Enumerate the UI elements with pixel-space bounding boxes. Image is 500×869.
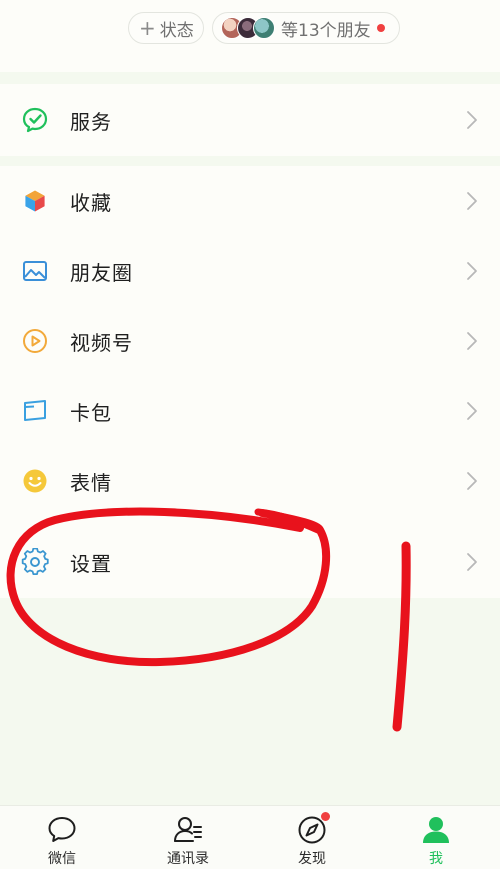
menu-item-favorites[interactable]: 收藏 [0, 166, 500, 236]
moments-image-icon [20, 256, 50, 286]
friend-avatars [221, 17, 275, 39]
bottom-tab-bar: 微信 通讯录 发现 我 [0, 805, 500, 869]
chevron-right-icon [467, 262, 477, 280]
profile-header-area: + 状态 等13个朋友 [0, 0, 500, 72]
chat-bubble-icon [46, 814, 78, 846]
card-wallet-icon [20, 396, 50, 426]
service-group: 服务 [0, 84, 500, 156]
settings-gear-icon [20, 547, 50, 577]
tab-discover[interactable]: 发现 [272, 812, 352, 869]
chevron-right-icon [467, 111, 477, 129]
menu-item-label: 收藏 [70, 190, 112, 215]
tab-label: 发现 [298, 851, 326, 867]
menu-item-label: 朋友圈 [70, 260, 133, 285]
chevron-right-icon [467, 402, 477, 420]
emoji-smile-icon [20, 466, 50, 496]
menu-item-label: 视频号 [70, 330, 133, 355]
friends-status-pill[interactable]: 等13个朋友 [212, 12, 400, 44]
menu-item-service[interactable]: 服务 [0, 84, 500, 156]
chevron-right-icon [467, 192, 477, 210]
tab-label: 通讯录 [167, 851, 209, 867]
menu-item-settings[interactable]: 设置 [0, 526, 500, 598]
contacts-icon [172, 814, 204, 846]
person-icon [420, 814, 452, 846]
menu-item-label: 表情 [70, 470, 112, 495]
compass-icon [296, 812, 330, 846]
menu-item-emoji[interactable]: 表情 [0, 446, 500, 516]
chevron-right-icon [467, 553, 477, 571]
menu-item-card-wallet[interactable]: 卡包 [0, 376, 500, 446]
avatar [253, 17, 275, 39]
service-icon [20, 105, 50, 135]
chevron-right-icon [467, 472, 477, 490]
tab-badge-dot [321, 812, 330, 821]
menu-item-moments[interactable]: 朋友圈 [0, 236, 500, 306]
add-status-button[interactable]: + 状态 [128, 12, 204, 44]
menu-group: 收藏 朋友圈 视频号 卡包 表情 设置 [0, 166, 500, 598]
menu-item-label: 服务 [70, 109, 112, 134]
favorites-cube-icon [20, 186, 50, 216]
friends-count-label: 等13个朋友 [281, 20, 371, 41]
chevron-right-icon [467, 332, 477, 350]
menu-item-channels[interactable]: 视频号 [0, 306, 500, 376]
tab-label: 微信 [48, 851, 76, 867]
menu-item-label: 设置 [70, 551, 112, 576]
tab-contacts[interactable]: 通讯录 [148, 814, 228, 869]
unread-dot [376, 24, 385, 32]
menu-item-label: 卡包 [70, 400, 112, 425]
status-label: 状态 [159, 20, 194, 41]
plus-icon: + [139, 16, 156, 40]
channels-play-icon [20, 326, 50, 356]
tab-label: 我 [429, 851, 443, 867]
tab-me[interactable]: 我 [396, 814, 476, 869]
tab-chats[interactable]: 微信 [22, 814, 102, 869]
